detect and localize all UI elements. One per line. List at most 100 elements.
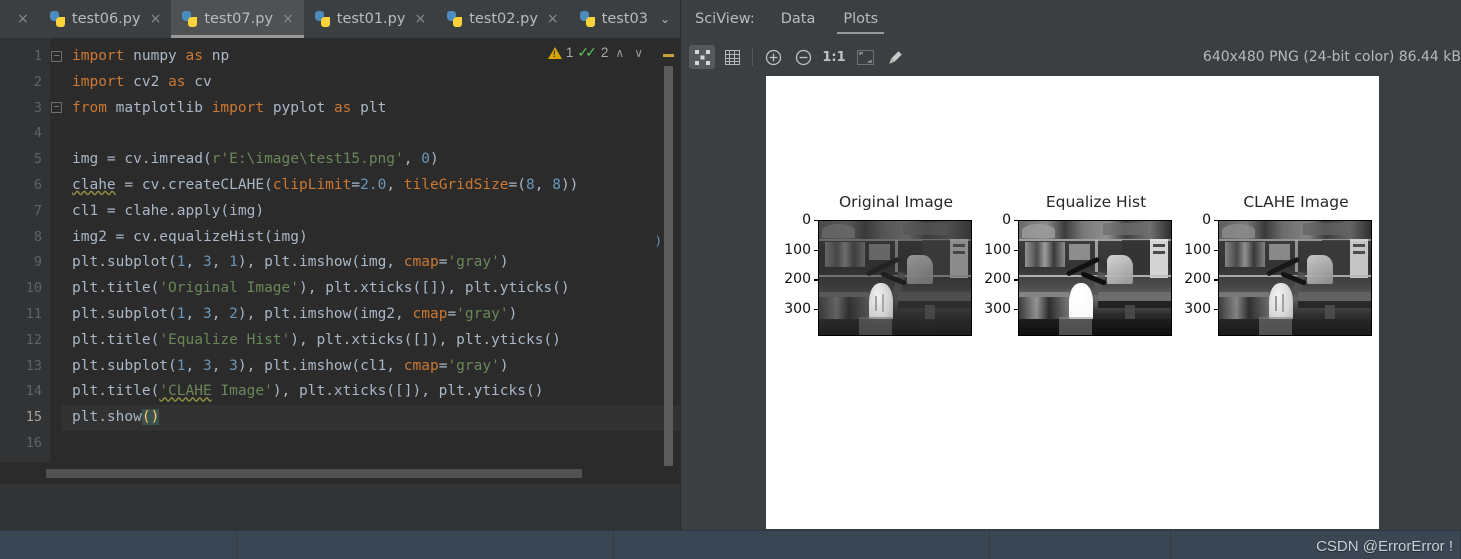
editor-tab-label: test03 (601, 11, 648, 27)
actual-size-button[interactable]: 1:1 (820, 50, 848, 65)
code-line[interactable]: cl1 = clahe.apply(img) (62, 199, 680, 225)
plot-area[interactable]: Original Image 0 100 200 300 Equalize Hi… (681, 76, 1461, 530)
tab-label: Data (780, 11, 816, 27)
code-line[interactable]: plt.title('CLAHE Image'), plt.xticks([])… (62, 379, 680, 405)
editor-tab-test07[interactable]: test07.py × (171, 0, 305, 38)
code-line[interactable]: clahe = cv.createCLAHE(clipLimit=2.0, ti… (62, 173, 680, 199)
matplotlib-canvas[interactable]: Original Image 0 100 200 300 Equalize Hi… (766, 76, 1379, 529)
close-icon[interactable]: × (150, 12, 162, 26)
error-stripe-marker: ) (654, 234, 662, 248)
code-folding-gutter[interactable]: − − (50, 38, 62, 462)
zoom-out-icon[interactable] (790, 45, 816, 69)
close-icon[interactable]: × (414, 12, 426, 26)
code-line[interactable]: img = cv.imread(r'E:\image\test15.png', … (62, 147, 680, 173)
ok-count: 2 (600, 45, 609, 60)
grid-icon[interactable] (719, 45, 745, 69)
tab-data[interactable]: Data (767, 0, 830, 38)
warning-count: 1 (565, 45, 574, 60)
image-original (819, 221, 971, 335)
line-number: 12 (25, 331, 42, 348)
tab-label: Plots (843, 11, 879, 27)
code-line-current[interactable]: plt.show() (62, 405, 680, 431)
watermark: CSDN @ErrorError ! (1316, 538, 1453, 555)
y-tick-label: 200 (1184, 271, 1211, 288)
code-line[interactable] (62, 121, 680, 147)
close-icon[interactable]: × (282, 12, 294, 26)
line-number: 10 (25, 280, 42, 297)
zoom-in-icon[interactable] (760, 45, 786, 69)
axes[interactable] (1018, 220, 1172, 336)
sciview-pane: SciView: Data Plots 1:1 640x480 PNG (24-… (680, 0, 1461, 530)
editor-horizontal-scrollbar-area[interactable] (0, 462, 680, 484)
ok-check-icon: ✓✓ (577, 44, 597, 60)
fit-window-icon[interactable] (852, 45, 878, 69)
y-tick-label: 100 (784, 241, 811, 258)
image-equalized (1019, 221, 1171, 335)
subplot-title: CLAHE Image (1243, 193, 1349, 211)
code-line[interactable]: plt.subplot(1, 3, 2), plt.imshow(img2, c… (62, 302, 680, 328)
warning-icon (547, 46, 562, 59)
editor-pane: × test06.py × test07.py × test01.py × te… (0, 0, 680, 530)
code-line[interactable]: plt.subplot(1, 3, 3), plt.imshow(cl1, cm… (62, 354, 680, 380)
y-tick-label: 300 (984, 301, 1011, 318)
code-line[interactable]: plt.title('Original Image'), plt.xticks(… (62, 276, 680, 302)
marker-gutter[interactable] (0, 38, 12, 462)
taskbar-segment[interactable] (0, 531, 237, 559)
scrollbar-thumb-horizontal[interactable] (46, 468, 582, 478)
axes[interactable] (1218, 220, 1372, 336)
code-line[interactable]: import cv2 as cv (62, 70, 680, 96)
y-tick-label: 100 (984, 241, 1011, 258)
line-number: 8 (33, 228, 42, 245)
editor-tab-bar: × test06.py × test07.py × test01.py × te… (0, 0, 680, 38)
scrollbar-thumb[interactable] (664, 66, 673, 466)
line-number: 16 (25, 434, 42, 451)
python-file-icon (447, 11, 463, 27)
fold-collapse-icon[interactable]: − (51, 51, 62, 62)
fit-content-icon[interactable] (689, 45, 715, 69)
python-file-icon (49, 11, 65, 27)
color-picker-icon[interactable] (882, 45, 908, 69)
figure: Original Image 0 100 200 300 Equalize Hi… (766, 76, 1379, 529)
line-number-current: 15 (25, 409, 42, 426)
editor-lower-panel (0, 484, 680, 530)
taskbar-segment[interactable] (237, 531, 614, 559)
inspection-widget[interactable]: 1 ✓✓ 2 ∧ ∨ (547, 44, 646, 61)
code-line[interactable]: img2 = cv.equalizeHist(img) (62, 225, 680, 251)
editor-tab-partial[interactable]: × (0, 0, 39, 38)
editor-tab-test03[interactable]: test03 ⌄ (569, 0, 680, 38)
toolbar-divider (752, 48, 753, 66)
fold-collapse-icon[interactable]: − (51, 102, 62, 113)
prev-problem-icon[interactable]: ∧ (612, 46, 627, 60)
code-line[interactable] (62, 431, 680, 457)
code-area[interactable]: import numpy as np import cv2 as cv from… (62, 38, 680, 462)
y-tick-label: 300 (1184, 301, 1211, 318)
editor-tab-test01[interactable]: test01.py × (304, 0, 436, 38)
line-number: 13 (25, 357, 42, 374)
python-file-icon (314, 11, 330, 27)
y-tick-label: 200 (784, 271, 811, 288)
close-icon[interactable]: × (547, 12, 559, 26)
line-number: 4 (33, 125, 42, 142)
scrollbar-warning-marker[interactable] (663, 54, 674, 57)
sciview-label: SciView: (695, 11, 755, 27)
line-number: 14 (25, 383, 42, 400)
editor-vertical-scrollbar[interactable] (663, 38, 674, 466)
editor-tab-test02[interactable]: test02.py × (436, 0, 568, 38)
editor-tab-label: test02.py (469, 11, 538, 27)
close-icon[interactable]: × (17, 12, 29, 26)
taskbar-segment[interactable] (990, 531, 1171, 559)
next-problem-icon[interactable]: ∨ (631, 46, 646, 60)
code-line[interactable]: plt.subplot(1, 3, 1), plt.imshow(img, cm… (62, 250, 680, 276)
taskbar-segment[interactable] (614, 531, 990, 559)
image-info-label: 640x480 PNG (24-bit color) 86.44 kB (1202, 49, 1461, 65)
axes[interactable] (818, 220, 972, 336)
tab-plots[interactable]: Plots (829, 0, 892, 38)
editor-tab-test06[interactable]: test06.py × (39, 0, 171, 38)
os-taskbar[interactable] (0, 530, 1461, 559)
line-number: 3 (33, 99, 42, 116)
y-tick-label: 0 (802, 212, 811, 228)
chevron-down-icon[interactable]: ⌄ (660, 12, 670, 26)
main-split: × test06.py × test07.py × test01.py × te… (0, 0, 1461, 530)
code-line[interactable]: from matplotlib import pyplot as plt (62, 96, 680, 122)
code-line[interactable]: plt.title('Equalize Hist'), plt.xticks([… (62, 328, 680, 354)
